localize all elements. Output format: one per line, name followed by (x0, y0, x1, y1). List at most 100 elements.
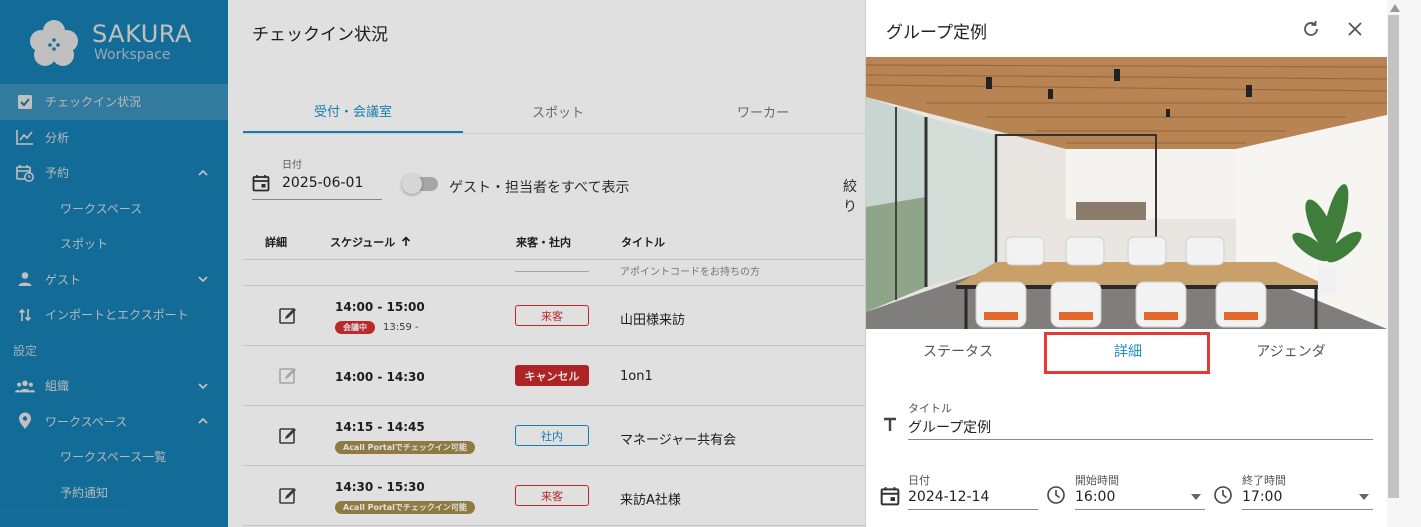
sidebar-item-workspace-list[interactable]: ワークスペース一覧 (0, 439, 228, 475)
edit-icon[interactable] (278, 306, 298, 326)
sidebar-item-reservation-notice[interactable]: 予約通知 (0, 475, 228, 511)
drawer-title: グループ定例 (886, 23, 987, 43)
visitor-badge: 来客 (515, 305, 589, 326)
checkbox-icon (15, 92, 35, 112)
group-icon (15, 376, 35, 396)
text-title-icon (884, 417, 896, 431)
sidebar-item-label: ワークスペース一覧 (60, 450, 167, 465)
table-row-partial: アポイントコードをお持ちの方 (243, 260, 865, 286)
show-all-toggle[interactable] (402, 174, 438, 194)
tab-status[interactable]: ステータス (873, 329, 1043, 373)
visitor-badge: 社内 (515, 425, 589, 446)
chevron-up-icon (198, 169, 208, 176)
status-line: Acall Portalでチェックイン可能 (335, 501, 475, 514)
table-row[interactable]: 14:15 - 14:45 Acall Portalでチェックイン可能 社内 マ… (243, 406, 865, 466)
sidebar-item-checkin-status[interactable]: チェックイン状況 (0, 84, 228, 120)
sidebar-item-import-export[interactable]: インポートとエクスポート (0, 297, 228, 333)
sidebar-item-analytics[interactable]: 分析 (0, 120, 228, 156)
table-row[interactable]: 14:00 - 14:30 キャンセル 1on1 (243, 346, 865, 406)
edit-icon[interactable] (278, 426, 298, 446)
tab-spot[interactable]: スポット (448, 90, 668, 133)
start-time-label: 開始時間 (1075, 474, 1119, 487)
sidebar-item-label: インポートとエクスポート (45, 308, 189, 323)
sidebar-item-label: チェックイン状況 (45, 95, 142, 110)
person-icon (15, 269, 35, 289)
sidebar-item-workspace[interactable]: ワークスペース (0, 191, 228, 227)
title-field[interactable]: タイトル グループ定例 (908, 400, 1373, 440)
calendar-clock-icon (15, 163, 35, 183)
column-header-schedule[interactable]: スケジュール (330, 234, 411, 250)
page-title: チェックイン状況 (252, 25, 388, 45)
start-time-select[interactable]: 開始時間 16:00 (1075, 472, 1205, 510)
scroll-up-arrow-icon[interactable] (1390, 4, 1400, 12)
tab-worker[interactable]: ワーカー (653, 90, 865, 133)
schedule-time: 14:00 - 14:30 (335, 370, 425, 384)
sidebar-item-guest[interactable]: ゲスト (0, 262, 228, 298)
scrollbar-thumb[interactable] (1388, 15, 1399, 498)
status-line: 会議中 13:59 - (335, 321, 419, 334)
row-title: マネージャー共有会 (620, 433, 737, 448)
date-label: 日付 (282, 160, 302, 171)
edit-icon[interactable] (278, 486, 298, 506)
brand-name: SAKURA (92, 20, 192, 48)
date-picker-field[interactable]: 日付 2025-06-01 (252, 156, 382, 200)
column-header-visitor: 来客・社内 (516, 236, 571, 249)
status-badge: Acall Portalでチェックイン可能 (335, 441, 475, 454)
sidebar-item-label: スポット (60, 237, 109, 252)
tab-reception-meeting-room[interactable]: 受付・会議室 (243, 90, 463, 133)
import-export-icon (15, 305, 35, 325)
table-header: 詳細 スケジュール 来客・社内 タイトル (243, 224, 865, 260)
detail-drawer: グループ定例 ステータス 詳細 アジェンダ タイトル グループ定例 日付 202… (865, 0, 1421, 527)
brand-sub: Workspace (94, 47, 171, 63)
tab-agenda[interactable]: アジェンダ (1206, 329, 1376, 373)
sidebar-item-workspace-group[interactable]: ワークスペース (0, 404, 228, 440)
title-label: タイトル (908, 402, 952, 415)
status-line: Acall Portalでチェックイン可能 (335, 441, 475, 454)
end-time-value: 17:00 (1242, 489, 1283, 505)
sidebar-item-reservations[interactable]: 予約 (0, 155, 228, 191)
filter-label-truncated: 絞り (843, 179, 857, 215)
date-value: 2025-06-01 (282, 175, 364, 191)
sidebar-item-label: 予約通知 (60, 485, 109, 500)
sakura-logo-icon (30, 20, 78, 66)
column-header-title: タイトル (621, 236, 665, 249)
tab-details[interactable]: 詳細 (1043, 329, 1213, 373)
sidebar-item-label: ゲスト (45, 272, 82, 287)
date-label: 日付 (908, 474, 930, 487)
edit-icon[interactable] (278, 366, 298, 386)
close-icon[interactable] (1343, 17, 1367, 41)
calendar-icon (252, 175, 270, 192)
sidebar-item-label: ワークスペース (45, 414, 128, 429)
schedule-time: 14:15 - 14:45 (335, 420, 425, 434)
dropdown-caret-icon (1359, 494, 1369, 500)
end-time-select[interactable]: 終了時間 17:00 (1242, 472, 1373, 510)
chevron-down-icon (198, 383, 208, 390)
badge-partial (515, 260, 589, 272)
chart-icon (15, 127, 35, 147)
refresh-icon[interactable] (1299, 17, 1323, 41)
schedule-time: 14:00 - 15:00 (335, 300, 425, 314)
table-row[interactable]: 14:30 - 15:30 Acall Portalでチェックイン可能 来客 来… (243, 466, 865, 526)
sidebar-item-organization[interactable]: 組織 (0, 368, 228, 404)
date-field[interactable]: 日付 2024-12-14 (908, 472, 1038, 510)
table-row[interactable]: 14:00 - 15:00 会議中 13:59 - 来客 山田様来訪 (243, 286, 865, 346)
brand-logo-area[interactable]: SAKURA Workspace (22, 12, 222, 72)
sidebar-nav: チェックイン状況 分析 予約 ワークスペース スポット ゲスト インポートとエク… (0, 84, 228, 510)
drawer-tabs: ステータス 詳細 アジェンダ (866, 329, 1387, 373)
dropdown-caret-icon (1191, 494, 1201, 500)
toggle-label: ゲスト・担当者をすべて表示 (449, 180, 630, 196)
end-time-label: 終了時間 (1242, 474, 1286, 487)
sidebar-section-settings: 設定 (13, 343, 38, 358)
toggle-knob (402, 174, 422, 194)
sidebar-item-spot[interactable]: スポット (0, 226, 228, 262)
row-title: 1on1 (620, 369, 653, 384)
sidebar: SAKURA Workspace チェックイン状況 分析 予約 ワークスペース (0, 0, 228, 527)
main-content: チェックイン状況 受付・会議室 スポット ワーカー 日付 2025-06-01 … (228, 0, 865, 527)
title-value: グループ定例 (908, 420, 992, 436)
row-title: 来訪A社様 (620, 493, 681, 508)
sidebar-item-label: 分析 (45, 130, 70, 145)
row-title-partial: アポイントコードをお持ちの方 (620, 267, 760, 278)
chevron-down-icon (198, 276, 208, 283)
main-tabs: 受付・会議室 スポット ワーカー (243, 90, 865, 134)
start-time-value: 16:00 (1075, 489, 1116, 505)
